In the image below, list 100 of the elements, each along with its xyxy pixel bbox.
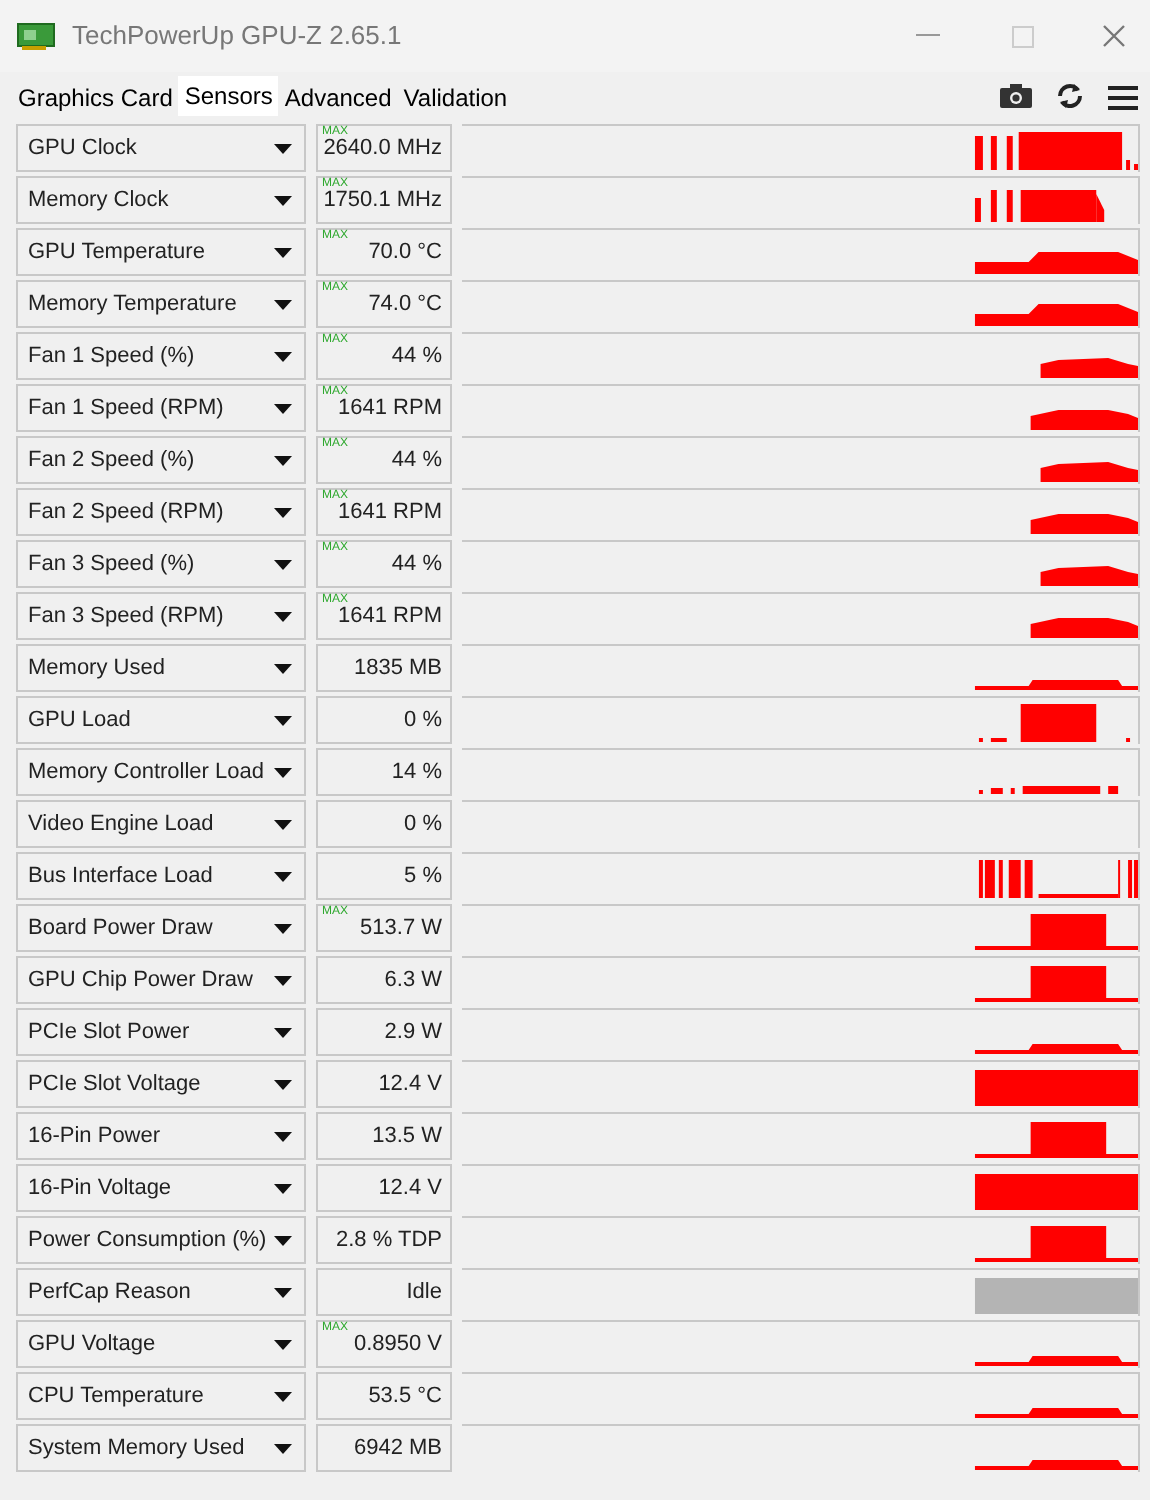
dropdown-arrow-icon bbox=[274, 871, 292, 881]
minimize-icon[interactable] bbox=[916, 34, 940, 38]
dropdown-arrow-icon bbox=[274, 1027, 292, 1037]
dropdown-arrow-icon bbox=[274, 507, 292, 517]
sensor-name: Board Power Draw bbox=[28, 913, 213, 944]
sensor-dropdown[interactable]: Memory Temperature bbox=[16, 280, 306, 328]
menu-icon[interactable] bbox=[1108, 83, 1138, 109]
sensor-dropdown[interactable]: Bus Interface Load bbox=[16, 852, 306, 900]
sensor-dropdown[interactable]: PCIe Slot Power bbox=[16, 1008, 306, 1056]
sensor-name: GPU Clock bbox=[28, 133, 137, 164]
close-icon[interactable] bbox=[1102, 24, 1126, 48]
sensor-dropdown[interactable]: 16-Pin Power bbox=[16, 1112, 306, 1160]
sensor-name: Power Consumption (%) bbox=[28, 1225, 267, 1256]
sensor-value: 5 % bbox=[404, 861, 442, 892]
sensor-value: 1641 RPM bbox=[338, 394, 442, 424]
dropdown-arrow-icon bbox=[274, 715, 292, 725]
sensor-value: 12.4 V bbox=[378, 1069, 442, 1100]
dropdown-arrow-icon bbox=[274, 1079, 292, 1089]
sensor-dropdown[interactable]: Fan 2 Speed (RPM) bbox=[16, 488, 306, 536]
sensor-name: PCIe Slot Power bbox=[28, 1017, 190, 1048]
dropdown-arrow-icon bbox=[274, 299, 292, 309]
sensor-name: GPU Chip Power Draw bbox=[28, 965, 253, 996]
sensor-value: 2640.0 MHz bbox=[323, 134, 442, 164]
sensor-name: GPU Load bbox=[28, 705, 131, 736]
sensor-value: 70.0 °C bbox=[368, 237, 442, 268]
sensor-value: 1641 RPM bbox=[338, 602, 442, 632]
sensor-dropdown[interactable]: Fan 2 Speed (%) bbox=[16, 436, 306, 484]
sensor-value: Idle bbox=[406, 1277, 442, 1308]
sensor-dropdown[interactable]: Memory Clock bbox=[16, 176, 306, 224]
dropdown-arrow-icon bbox=[274, 1443, 292, 1453]
sensor-value: 6.3 W bbox=[384, 965, 442, 996]
sensor-value: 14 % bbox=[391, 757, 442, 788]
dropdown-arrow-icon bbox=[274, 819, 292, 829]
sensor-name: Memory Clock bbox=[28, 185, 169, 216]
sensor-dropdown[interactable]: PCIe Slot Voltage bbox=[16, 1060, 306, 1108]
sensor-dropdown[interactable]: Board Power Draw bbox=[16, 904, 306, 952]
sensor-value: 1750.1 MHz bbox=[323, 186, 442, 216]
sensor-value: 53.5 °C bbox=[368, 1381, 442, 1412]
dropdown-arrow-icon bbox=[274, 923, 292, 933]
sensor-name: CPU Temperature bbox=[28, 1381, 204, 1412]
sensor-dropdown[interactable]: Fan 3 Speed (%) bbox=[16, 540, 306, 588]
sensor-dropdown[interactable]: Fan 1 Speed (RPM) bbox=[16, 384, 306, 432]
dropdown-arrow-icon bbox=[274, 1339, 292, 1349]
sensor-value: 0.8950 V bbox=[353, 1329, 442, 1360]
sensor-dropdown[interactable]: Power Consumption (%) bbox=[16, 1216, 306, 1264]
sensor-value: 12.4 V bbox=[378, 1173, 442, 1204]
sensor-name: Fan 3 Speed (%) bbox=[28, 549, 195, 580]
dropdown-arrow-icon bbox=[274, 1287, 292, 1297]
window-title: TechPowerUp GPU-Z 2.65.1 bbox=[72, 18, 402, 55]
dropdown-arrow-icon bbox=[274, 1235, 292, 1245]
sensor-dropdown[interactable]: GPU Voltage bbox=[16, 1320, 306, 1368]
sensor-value: 44 % bbox=[391, 445, 442, 476]
sensor-value: 1835 MB bbox=[353, 653, 442, 684]
sensor-dropdown[interactable]: PerfCap Reason bbox=[16, 1268, 306, 1316]
dropdown-arrow-icon bbox=[274, 1131, 292, 1141]
sensor-name: Fan 1 Speed (RPM) bbox=[28, 393, 224, 424]
sensor-value: 0 % bbox=[404, 705, 442, 736]
sensor-name: Fan 2 Speed (RPM) bbox=[28, 497, 224, 528]
sensor-value: 513.7 W bbox=[360, 913, 442, 944]
graphics-card-icon bbox=[16, 22, 56, 50]
sensor-value: 44 % bbox=[391, 549, 442, 580]
sensor-name: Bus Interface Load bbox=[28, 861, 213, 892]
dropdown-arrow-icon bbox=[274, 1391, 292, 1401]
dropdown-arrow-icon bbox=[274, 143, 292, 153]
refresh-icon[interactable] bbox=[1056, 82, 1084, 110]
sensor-value: 1641 RPM bbox=[338, 498, 442, 528]
sensor-name: GPU Temperature bbox=[28, 237, 205, 268]
sensor-dropdown[interactable]: Video Engine Load bbox=[16, 800, 306, 848]
sensor-dropdown[interactable]: Fan 1 Speed (%) bbox=[16, 332, 306, 380]
sensor-dropdown[interactable]: System Memory Used bbox=[16, 1424, 306, 1472]
sensor-value: 13.5 W bbox=[372, 1121, 442, 1152]
sensor-dropdown[interactable]: 16-Pin Voltage bbox=[16, 1164, 306, 1212]
sensor-dropdown[interactable]: GPU Chip Power Draw bbox=[16, 956, 306, 1004]
sensor-name: Video Engine Load bbox=[28, 809, 214, 840]
sensor-dropdown[interactable]: Fan 3 Speed (RPM) bbox=[16, 592, 306, 640]
sensor-name: Fan 2 Speed (%) bbox=[28, 445, 195, 476]
sensor-dropdown[interactable]: GPU Clock bbox=[16, 124, 306, 172]
sensor-name: Memory Used bbox=[28, 653, 165, 684]
sensor-name: PerfCap Reason bbox=[28, 1277, 191, 1308]
sensor-name: Memory Controller Load bbox=[28, 757, 264, 788]
sensor-dropdown[interactable]: GPU Temperature bbox=[16, 228, 306, 276]
camera-icon[interactable] bbox=[1000, 84, 1032, 108]
dropdown-arrow-icon bbox=[274, 767, 292, 777]
tab[interactable]: Sensors bbox=[178, 76, 279, 116]
sensor-name: GPU Voltage bbox=[28, 1329, 156, 1360]
sensor-dropdown[interactable]: CPU Temperature bbox=[16, 1372, 306, 1420]
sensor-value: 74.0 °C bbox=[368, 289, 442, 320]
dropdown-arrow-icon bbox=[274, 351, 292, 361]
dropdown-arrow-icon bbox=[274, 663, 292, 673]
sensor-value: 44 % bbox=[391, 341, 442, 372]
dropdown-arrow-icon bbox=[274, 559, 292, 569]
sensor-name: 16-Pin Power bbox=[28, 1121, 161, 1152]
dropdown-arrow-icon bbox=[274, 403, 292, 413]
sensor-dropdown[interactable]: GPU Load bbox=[16, 696, 306, 744]
dropdown-arrow-icon bbox=[274, 611, 292, 621]
sensor-dropdown[interactable]: Memory Controller Load bbox=[16, 748, 306, 796]
sensor-value: 0 % bbox=[404, 809, 442, 840]
sensor-value: 2.9 W bbox=[384, 1017, 442, 1048]
sensor-name: Fan 1 Speed (%) bbox=[28, 341, 195, 372]
sensor-dropdown[interactable]: Memory Used bbox=[16, 644, 306, 692]
